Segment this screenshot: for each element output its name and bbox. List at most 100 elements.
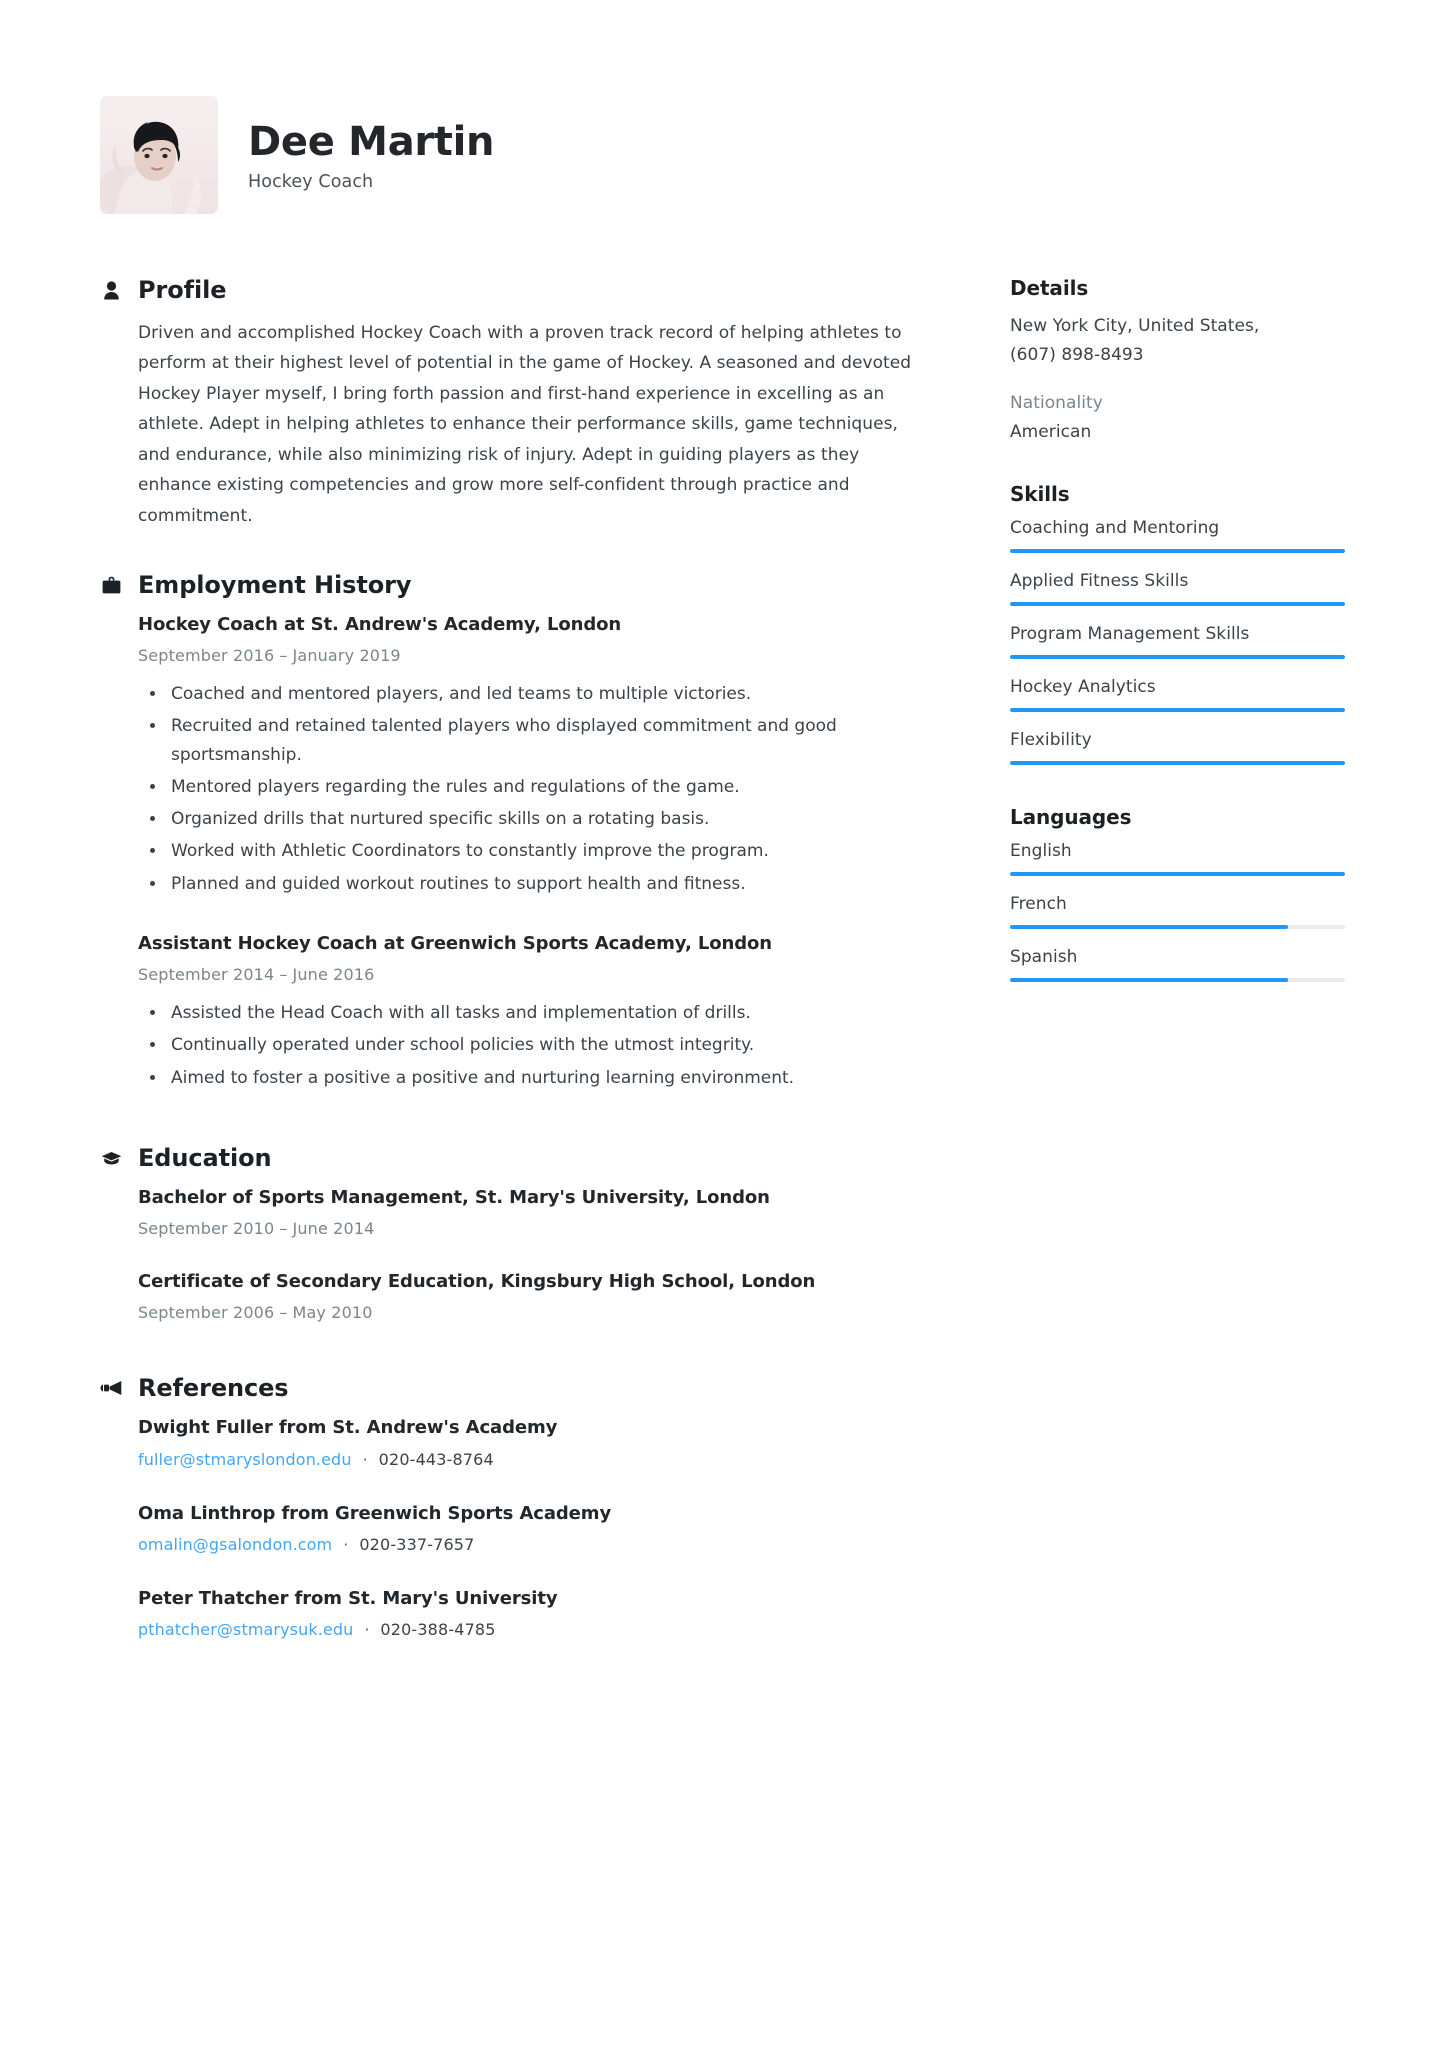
section-header-employment: Employment History bbox=[100, 571, 930, 599]
education-entry-dates: September 2010– June 2014 bbox=[138, 1219, 930, 1238]
reference-name: Dwight Fuller from St. Andrew's Academy bbox=[138, 1417, 558, 1439]
language-rating-track bbox=[1010, 924, 1345, 929]
skill-label: Applied Fitness Skills bbox=[1010, 570, 1189, 591]
skill-item: Program Management Skills bbox=[1010, 624, 1345, 659]
employment-bullet-list: Coached and mentored players, and led te… bbox=[138, 680, 930, 898]
employment-entry: Hockey Coach at St. Andrew's Academy, Lo… bbox=[138, 613, 930, 898]
section-title-education: Education bbox=[138, 1143, 272, 1172]
sidebar-block-details: Details New York City, United States, (6… bbox=[1010, 276, 1345, 442]
skill-rating-fill bbox=[1010, 760, 1345, 765]
date-dash: – bbox=[279, 1219, 288, 1239]
person-icon bbox=[100, 280, 122, 300]
reference-name: Oma Linthrop from Greenwich Sports Acade… bbox=[138, 1502, 612, 1524]
language-rating-fill bbox=[1010, 924, 1289, 929]
skill-item: Coaching and Mentoring bbox=[1010, 518, 1345, 553]
language-item: Spanish bbox=[1010, 947, 1345, 982]
resume-page: Dee Martin Hockey Coach Profile Driven a… bbox=[0, 0, 1447, 2048]
list-item: Organized drills that nurtured specific … bbox=[138, 805, 930, 833]
content-columns: Profile Driven and accomplished Hockey C… bbox=[100, 276, 1347, 1679]
detail-location: New York City, United States, bbox=[1010, 316, 1260, 336]
reference-contact: pthatcher@stmarysuk.edu · 020-388-4785 bbox=[138, 1620, 930, 1639]
section-header-education: Education bbox=[100, 1144, 930, 1172]
separator-dot: · bbox=[343, 1534, 349, 1554]
skill-item: Applied Fitness Skills bbox=[1010, 571, 1345, 606]
reference-email-link[interactable]: omalin@gsalondon.com bbox=[138, 1535, 332, 1554]
reference-email-link[interactable]: pthatcher@stmarysuk.edu bbox=[138, 1620, 353, 1639]
list-item: Continually operated under school polici… bbox=[138, 1031, 930, 1059]
date-dash: – bbox=[279, 1303, 288, 1323]
section-body-employment: Hockey Coach at St. Andrew's Academy, Lo… bbox=[100, 613, 930, 1092]
sidebar-column: Details New York City, United States, (6… bbox=[1010, 276, 1345, 1020]
employment-entry-dates: September 2016– January 2019 bbox=[138, 646, 930, 665]
detail-phone: (607) 898-8493 bbox=[1010, 345, 1144, 366]
resume-header: Dee Martin Hockey Coach bbox=[100, 96, 1347, 214]
list-item: Assisted the Head Coach with all tasks a… bbox=[138, 999, 930, 1027]
language-rating-track bbox=[1010, 871, 1345, 876]
skill-rating-fill bbox=[1010, 548, 1345, 553]
language-label: Spanish bbox=[1010, 946, 1078, 967]
employment-entry: Assistant Hockey Coach at Greenwich Spor… bbox=[138, 932, 930, 1092]
skill-item: Flexibility bbox=[1010, 730, 1345, 765]
skill-rating-track bbox=[1010, 654, 1345, 659]
separator-dot: · bbox=[364, 1620, 370, 1640]
skill-item: Hockey Analytics bbox=[1010, 677, 1345, 712]
date-start: September 2006 bbox=[138, 1303, 275, 1323]
date-dash: – bbox=[279, 965, 288, 985]
employment-entry-title: Assistant Hockey Coach at Greenwich Spor… bbox=[138, 932, 773, 954]
section-header-references: References bbox=[100, 1374, 930, 1402]
skill-rating-track bbox=[1010, 707, 1345, 712]
reference-entry: Peter Thatcher from St. Mary's Universit… bbox=[138, 1587, 930, 1639]
date-dash: – bbox=[279, 646, 288, 666]
date-start: September 2016 bbox=[138, 646, 275, 666]
section-title-employment: Employment History bbox=[138, 570, 412, 599]
list-item: Worked with Athletic Coordinators to con… bbox=[138, 837, 930, 865]
reference-entry: Dwight Fuller from St. Andrew's Academy … bbox=[138, 1416, 930, 1468]
list-item: Mentored players regarding the rules and… bbox=[138, 773, 930, 801]
profile-summary-text: Driven and accomplished Hockey Coach wit… bbox=[138, 323, 912, 526]
section-header-profile: Profile bbox=[100, 276, 930, 304]
page-title: Dee Martin bbox=[248, 119, 495, 165]
education-entry: Bachelor of Sports Management, St. Mary'… bbox=[138, 1186, 930, 1238]
language-rating-fill bbox=[1010, 977, 1289, 982]
section-body-education: Bachelor of Sports Management, St. Mary'… bbox=[100, 1186, 930, 1323]
reference-phone: 020-388-4785 bbox=[380, 1620, 496, 1640]
reference-contact: fuller@stmaryslondon.edu · 020-443-8764 bbox=[138, 1450, 930, 1469]
reference-email-link[interactable]: fuller@stmaryslondon.edu bbox=[138, 1450, 352, 1469]
language-label: English bbox=[1010, 840, 1072, 861]
sidebar-block-skills: Skills Coaching and Mentoring Applied Fi… bbox=[1010, 482, 1345, 765]
date-end: June 2014 bbox=[292, 1219, 375, 1239]
date-end: May 2010 bbox=[292, 1303, 373, 1323]
list-item: Planned and guided workout routines to s… bbox=[138, 870, 930, 898]
sidebar-title-languages: Languages bbox=[1010, 804, 1132, 829]
list-item: Recruited and retained talented players … bbox=[138, 712, 930, 768]
megaphone-icon bbox=[100, 1380, 122, 1396]
section-title-references: References bbox=[138, 1374, 289, 1403]
language-item: English bbox=[1010, 841, 1345, 876]
section-profile: Profile Driven and accomplished Hockey C… bbox=[100, 276, 930, 531]
sidebar-block-languages: Languages English French Spanish bbox=[1010, 805, 1345, 982]
date-end: June 2016 bbox=[292, 965, 375, 985]
section-education: Education Bachelor of Sports Management,… bbox=[100, 1144, 930, 1323]
skill-label: Flexibility bbox=[1010, 729, 1092, 750]
section-references: References Dwight Fuller from St. Andrew… bbox=[100, 1374, 930, 1639]
employment-entry-title: Hockey Coach at St. Andrew's Academy, Lo… bbox=[138, 613, 622, 635]
skill-rating-track bbox=[1010, 601, 1345, 606]
reference-entry: Oma Linthrop from Greenwich Sports Acade… bbox=[138, 1502, 930, 1554]
avatar bbox=[100, 96, 218, 214]
skill-rating-fill bbox=[1010, 654, 1345, 659]
skill-label: Coaching and Mentoring bbox=[1010, 517, 1220, 538]
identity-block: Dee Martin Hockey Coach bbox=[248, 118, 495, 192]
skill-rating-fill bbox=[1010, 601, 1345, 606]
detail-nationality-label: Nationality bbox=[1010, 392, 1103, 413]
detail-nationality-value: American bbox=[1010, 421, 1092, 442]
list-item: Aimed to foster a positive a positive an… bbox=[138, 1064, 930, 1092]
separator-dot: · bbox=[362, 1449, 368, 1469]
section-title-profile: Profile bbox=[138, 276, 227, 304]
reference-name: Peter Thatcher from St. Mary's Universit… bbox=[138, 1587, 558, 1609]
reference-phone: 020-337-7657 bbox=[359, 1534, 475, 1554]
skill-rating-fill bbox=[1010, 707, 1345, 712]
section-employment: Employment History Hockey Coach at St. A… bbox=[100, 571, 930, 1092]
language-item: French bbox=[1010, 894, 1345, 929]
date-start: September 2014 bbox=[138, 965, 275, 985]
language-label: French bbox=[1010, 893, 1067, 914]
